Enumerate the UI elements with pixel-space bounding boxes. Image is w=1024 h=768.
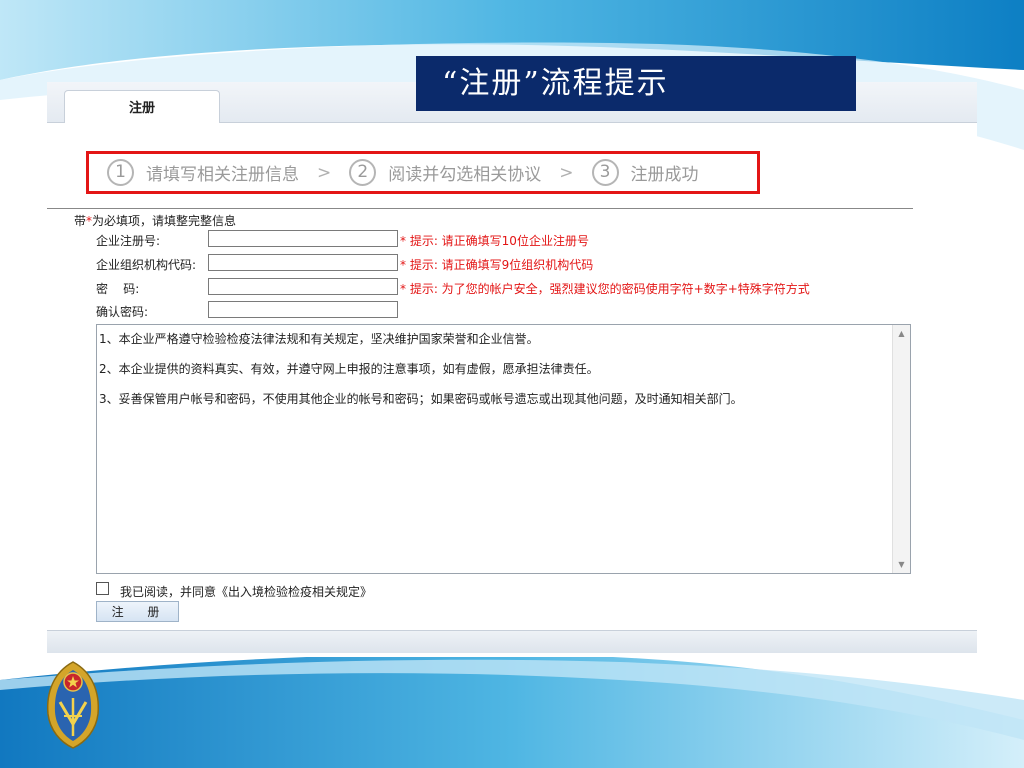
divider xyxy=(47,208,913,209)
triangle-up-icon[interactable]: ▲ xyxy=(893,325,910,342)
field-label: 密 码: xyxy=(96,282,140,296)
emblem-logo xyxy=(46,661,100,749)
step-separator-icon: > xyxy=(559,162,574,183)
agreement-item: 3、妥善保管用户帐号和密码，不使用其他企业的帐号和密码；如果密码或帐号遗忘或出现… xyxy=(99,392,743,406)
step-3-number-icon: 3 xyxy=(591,159,619,186)
agree-checkbox[interactable] xyxy=(96,582,109,595)
field-hint: * 提示: 请正确填写10位企业注册号 xyxy=(400,234,589,248)
step-2-label: 阅读并勾选相关协议 xyxy=(388,165,542,185)
password-input[interactable] xyxy=(208,278,398,295)
registration-screenshot: 注册 1 请填写相关注册信息 > 2 阅读并勾选相关协议 > 3 注册成功 带*… xyxy=(47,82,977,657)
agree-label[interactable]: 我已阅读，并同意《出入境检验检疫相关规定》 xyxy=(120,583,372,600)
slide-title: “注册”流程提示 xyxy=(416,56,856,111)
step-1-label: 请填写相关注册信息 xyxy=(146,165,299,185)
agreement-item: 1、本企业严格遵守检验检疫法律法规和有关规定，坚决维护国家荣誉和企业信誉。 xyxy=(99,332,539,346)
registration-number-input[interactable] xyxy=(208,230,398,247)
field-label: 企业注册号: xyxy=(96,234,161,248)
confirm-password-input[interactable] xyxy=(208,301,398,318)
agreement-text: 1、本企业严格遵守检验检疫法律法规和有关规定，坚决维护国家荣誉和企业信誉。 2、… xyxy=(97,325,893,421)
required-note: 带*为必填项，请填整完整信息 xyxy=(74,212,236,229)
triangle-down-icon[interactable]: ▼ xyxy=(893,556,910,573)
agreement-item: 2、本企业提供的资料真实、有效，并遵守网上申报的注意事项，如有虚假，愿承担法律责… xyxy=(99,362,599,376)
step-indicator: 1 请填写相关注册信息 > 2 阅读并勾选相关协议 > 3 注册成功 xyxy=(86,151,760,194)
step-3-label: 注册成功 xyxy=(630,165,699,185)
step-1-number-icon: 1 xyxy=(107,159,134,186)
agreement-textarea[interactable]: 1、本企业严格遵守检验检疫法律法规和有关规定，坚决维护国家荣誉和企业信誉。 2、… xyxy=(96,324,911,574)
tab-register[interactable]: 注册 xyxy=(64,90,220,123)
org-code-input[interactable] xyxy=(208,254,398,271)
field-label: 企业组织机构代码: xyxy=(96,258,197,272)
step-separator-icon: > xyxy=(317,162,332,183)
required-note-prefix: 带 xyxy=(74,214,87,228)
field-hint: * 提示: 请正确填写9位组织机构代码 xyxy=(400,258,594,272)
footer-strip xyxy=(47,630,977,653)
step-2-number-icon: 2 xyxy=(349,159,377,186)
register-button[interactable]: 注 册 xyxy=(96,601,179,622)
required-note-text: 为必填项，请填整完整信息 xyxy=(92,214,237,228)
scrollbar[interactable]: ▲ ▼ xyxy=(892,325,910,573)
field-hint: * 提示: 为了您的帐户安全，强烈建议您的密码使用字符+数字+特殊字符方式 xyxy=(400,282,810,296)
field-label: 确认密码: xyxy=(96,305,149,319)
